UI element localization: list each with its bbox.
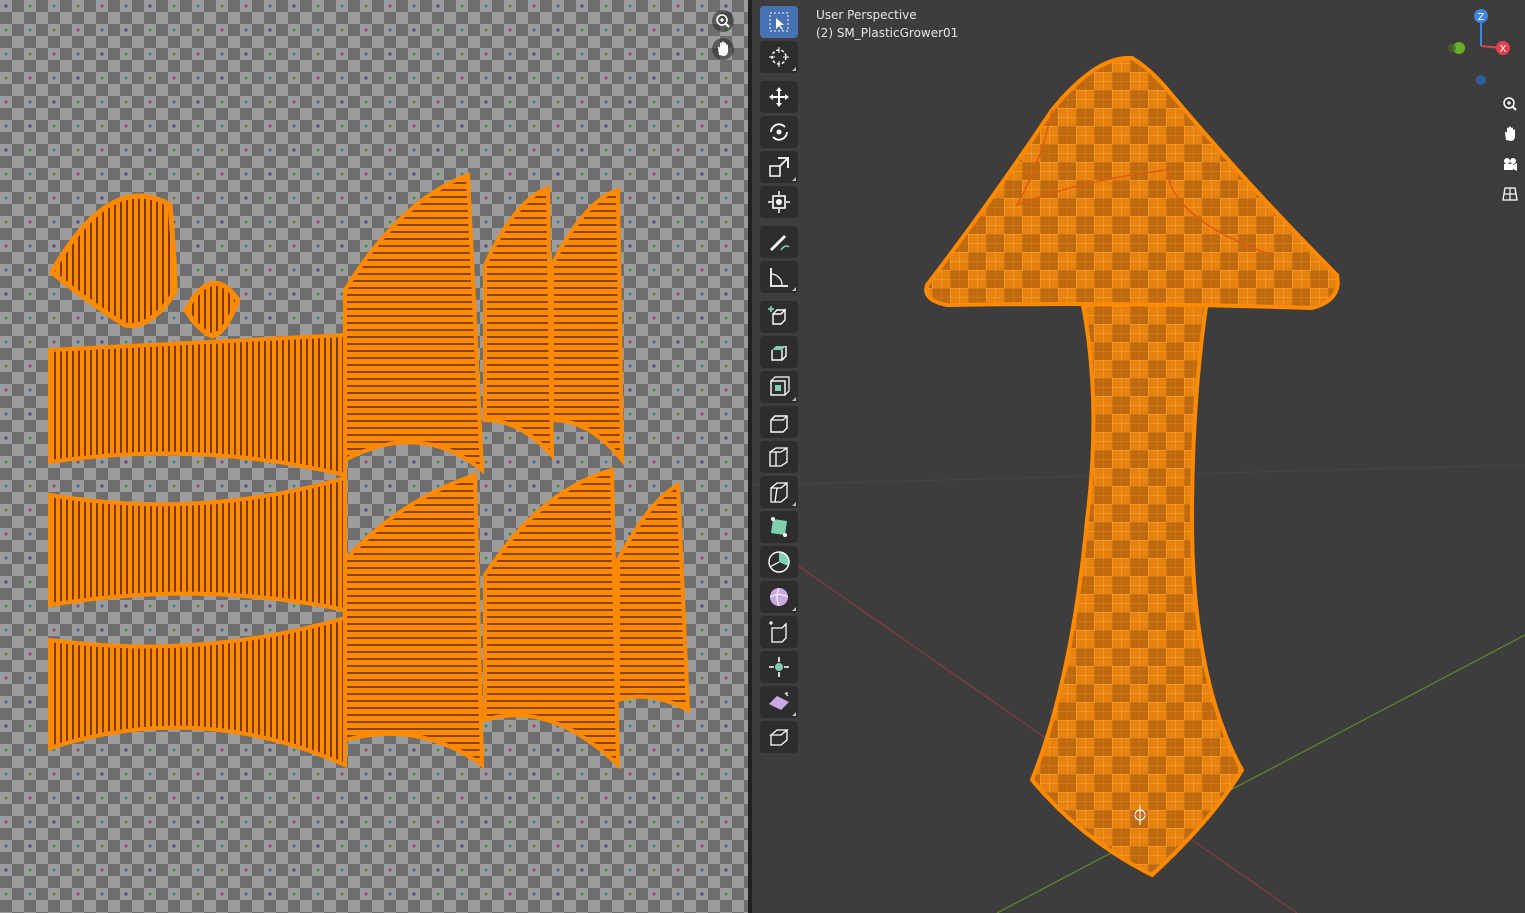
uv-island-fan-3 — [550, 187, 625, 466]
uv-island-fan-6 — [616, 481, 691, 714]
uv-pan-button[interactable] — [712, 38, 734, 60]
knife-icon — [770, 481, 788, 503]
tool-inset-faces[interactable] — [760, 371, 798, 403]
uv-island-fan-4 — [343, 472, 485, 769]
submenu-indicator — [792, 287, 796, 291]
tool-measure[interactable] — [760, 261, 798, 293]
mushroom-cap — [924, 55, 1340, 311]
extrude-region-icon — [771, 346, 787, 361]
active-object-label: (2) SM_PlasticGrower01 — [816, 26, 959, 40]
submenu-indicator — [792, 397, 796, 401]
rip-region-icon — [769, 729, 789, 746]
hand-icon — [1505, 126, 1515, 141]
tool-spin[interactable] — [760, 546, 798, 578]
view-mode-label: User Perspective — [816, 8, 917, 22]
tool-extrude-region[interactable] — [760, 336, 798, 368]
tool-move[interactable] — [760, 81, 798, 113]
shear-icon — [769, 692, 789, 710]
camera-icon — [1504, 158, 1517, 171]
uv-island-stem-1 — [48, 332, 347, 478]
viewport-zoom-button[interactable] — [1498, 92, 1522, 116]
transform-icon — [768, 191, 790, 213]
rotate-icon — [770, 123, 788, 141]
tool-shear[interactable] — [760, 686, 798, 718]
smooth-icon — [769, 587, 789, 607]
submenu-indicator — [792, 502, 796, 506]
tool-annotate[interactable] — [760, 226, 798, 258]
viewport-scene — [752, 55, 1525, 913]
submenu-indicator — [792, 607, 796, 611]
tool-smooth[interactable] — [760, 581, 798, 613]
edge-slide-icon — [769, 621, 787, 643]
gizmo-neg-z-icon — [1476, 75, 1486, 85]
tool-edge-slide[interactable] — [760, 616, 798, 648]
scale-icon — [769, 157, 789, 177]
uv-island-fan-5 — [483, 467, 621, 770]
poly-build-icon — [771, 517, 787, 537]
gizmo-x-label: X — [1500, 44, 1507, 55]
tool-rotate[interactable] — [760, 116, 798, 148]
submenu-indicator — [792, 712, 796, 716]
viewport-info: User Perspective (2) SM_PlasticGrower01 — [816, 6, 958, 42]
grid-perspective-icon — [1502, 187, 1518, 201]
tool-shelf — [758, 6, 800, 756]
annotate-icon — [770, 235, 790, 251]
tool-select-box[interactable] — [760, 6, 798, 38]
tool-rip-region[interactable] — [760, 721, 798, 753]
cursor-icon — [769, 47, 789, 67]
tool-transform[interactable] — [760, 186, 798, 218]
uv-island-fan-1 — [343, 172, 485, 475]
spin-icon — [768, 551, 790, 573]
uv-island-cap-small — [183, 280, 241, 339]
tool-add-cube[interactable] — [760, 301, 798, 333]
navigation-gizmo[interactable]: Z X — [1444, 6, 1524, 86]
3d-viewport[interactable]: User Perspective (2) SM_PlasticGrower01 … — [752, 0, 1525, 913]
loop-cut-icon — [769, 446, 788, 467]
uv-island-stem-3 — [48, 615, 347, 769]
uv-island-fan-2 — [483, 185, 555, 461]
bevel-icon — [770, 415, 788, 433]
perspective-toggle-button[interactable] — [1498, 182, 1522, 206]
uv-island-cap-large — [48, 193, 178, 329]
uv-zoom-button[interactable] — [712, 10, 734, 32]
tool-poly-build[interactable] — [760, 511, 798, 543]
mushroom-stem — [1029, 298, 1245, 878]
viewport-pan-button[interactable] — [1498, 122, 1522, 146]
camera-view-button[interactable] — [1498, 152, 1522, 176]
hand-icon — [718, 41, 728, 56]
gizmo-z-label: Z — [1478, 12, 1485, 23]
uv-island-stem-2 — [48, 475, 347, 613]
inset-faces-icon — [770, 376, 790, 396]
uv-editor[interactable] — [0, 0, 748, 913]
measure-icon — [770, 268, 788, 287]
zoom-icon — [1503, 97, 1517, 111]
tool-scale[interactable] — [760, 151, 798, 183]
submenu-indicator — [792, 67, 796, 71]
select-box-icon — [769, 12, 789, 32]
zoom-icon — [716, 14, 730, 28]
tool-shrink-fatten[interactable] — [760, 651, 798, 683]
submenu-indicator — [792, 177, 796, 181]
tool-bevel[interactable] — [760, 406, 798, 438]
uv-islands[interactable] — [0, 0, 748, 913]
add-cube-icon — [768, 306, 786, 325]
move-icon — [769, 87, 789, 107]
gizmo-neg-y-icon — [1448, 44, 1456, 52]
tool-cursor[interactable] — [760, 41, 798, 73]
tool-loop-cut[interactable] — [760, 441, 798, 473]
shrink-fatten-icon — [769, 657, 789, 677]
tool-knife[interactable] — [760, 476, 798, 508]
